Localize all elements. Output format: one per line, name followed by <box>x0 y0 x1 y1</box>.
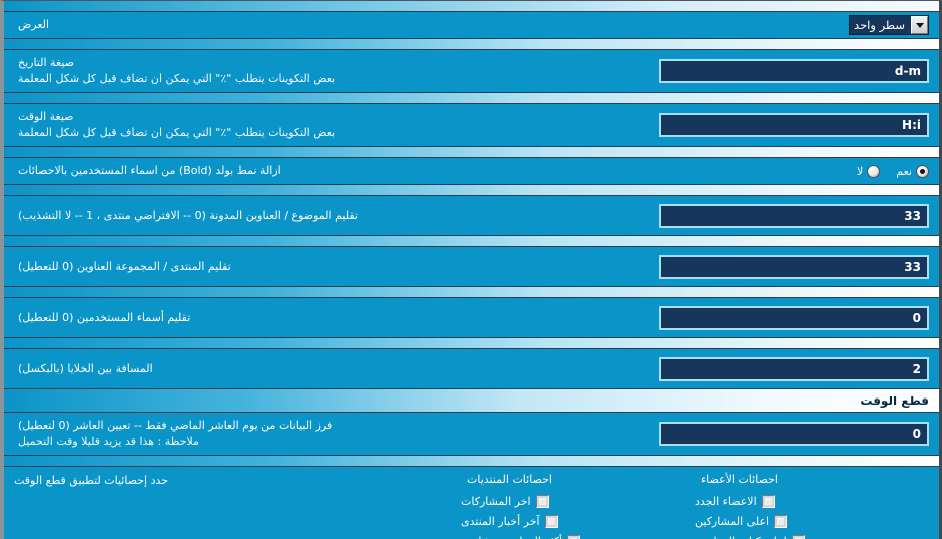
chevron-down-icon[interactable] <box>911 16 928 34</box>
section-header-title: قطع الوقت <box>860 393 929 408</box>
trim-usernames-control <box>461 305 929 330</box>
list-item[interactable]: اعلى كتاب المواضيع <box>695 531 929 539</box>
time-format-input[interactable] <box>659 113 929 137</box>
stats-column-forums-header: احصائات المنتديات <box>467 473 552 486</box>
row-time-cutoff: فرز البيانات من يوم العاشر الماضي فقط --… <box>4 413 939 455</box>
stats-selection-area: احصائات الأعضاء الاعضاء الجدد اعلى المشا… <box>4 467 939 539</box>
separator <box>4 146 939 158</box>
stats-column-forums: احصائات المنتديات اخر المشاركات آخر أخبا… <box>461 473 695 539</box>
stats-selection-label: حدد إحصائيات لتطبيق قطع الوقت <box>14 474 169 487</box>
time-format-control <box>461 113 929 137</box>
checkbox-icon[interactable] <box>791 534 805 539</box>
separator <box>4 455 939 467</box>
list-item[interactable]: اخر المشاركات <box>461 491 695 511</box>
stats-column-members-header: احصائات الأعضاء <box>701 473 778 486</box>
list-item-label: أكثر المواضيع مشاهدة <box>461 535 562 539</box>
time-format-description: بعض التكوينات يتطلب "٪" التي يمكن ان تضا… <box>18 126 336 139</box>
date-format-label-text: صيغة التاريخ <box>18 56 74 70</box>
trim-forum-control <box>461 254 929 279</box>
date-format-label: صيغة التاريخ بعض التكوينات يتطلب "٪" الت… <box>14 55 461 87</box>
stats-column-members: احصائات الأعضاء الاعضاء الجدد اعلى المشا… <box>695 473 929 539</box>
display-select[interactable]: سطر واحد <box>849 15 929 35</box>
list-item-label: الاعضاء الجدد <box>695 494 757 508</box>
list-item[interactable]: آخر أخبار المنتدى <box>461 511 695 531</box>
time-format-label: صيغة الوقت بعض التكوينات يتطلب "٪" التي … <box>14 109 461 141</box>
settings-page: سطر واحد العرض صيغة التاريخ بعض التكوينا… <box>0 0 942 539</box>
bold-removal-label: ازالة نمط بولد (Bold) من اسماء المستخدمي… <box>18 164 281 178</box>
checkbox-icon[interactable] <box>567 534 581 539</box>
checkbox-icon[interactable] <box>535 494 549 508</box>
row-trim-forum: تقليم المنتدى / المجموعة العناوين (0 للت… <box>4 247 939 286</box>
time-cutoff-label: فرز البيانات من يوم العاشر الماضي فقط --… <box>14 418 461 450</box>
separator <box>4 286 939 298</box>
trim-usernames-input[interactable] <box>659 305 929 330</box>
separator <box>4 337 939 349</box>
list-item-label: اخر المشاركات <box>461 494 531 508</box>
display-select-value: سطر واحد <box>854 18 905 32</box>
display-label: العرض <box>18 18 50 32</box>
trim-topic-input[interactable] <box>659 203 929 228</box>
display-control: سطر واحد <box>461 15 929 35</box>
trim-topic-label: تقليم الموضوع / العناوين المدونة (0 -- ا… <box>18 208 358 222</box>
radio-option-no[interactable]: لا <box>857 164 881 178</box>
cell-spacing-control <box>461 356 929 381</box>
date-format-control <box>461 59 929 83</box>
time-cutoff-input[interactable] <box>659 422 929 446</box>
checkbox-icon[interactable] <box>774 514 788 528</box>
radio-no-icon[interactable] <box>867 164 881 178</box>
date-format-description: بعض التكوينات يتطلب "٪" التي يمكن ان تضا… <box>18 72 336 85</box>
radio-yes-icon[interactable] <box>916 164 929 178</box>
time-cutoff-label-text: فرز البيانات من يوم العاشر الماضي فقط --… <box>18 419 333 433</box>
row-trim-topic: تقليم الموضوع / العناوين المدونة (0 -- ا… <box>4 196 939 235</box>
checkbox-icon[interactable] <box>761 494 775 508</box>
cell-spacing-label: المسافة بين الخلايا (بالبكسل) <box>18 361 153 375</box>
time-cutoff-description: ملاحظة : هذا قد يزيد قليلا وقت التحميل <box>18 435 199 448</box>
radio-yes-label: نعم <box>896 164 912 178</box>
top-separator <box>4 1 939 12</box>
trim-topic-control <box>461 203 929 228</box>
trim-forum-label: تقليم المنتدى / المجموعة العناوين (0 للت… <box>18 259 231 273</box>
row-bold-removal: نعم لا ازالة نمط بولد (Bold) من اسماء ال… <box>4 158 939 184</box>
time-cutoff-control <box>461 422 929 446</box>
list-item[interactable]: أكثر المواضيع مشاهدة <box>461 531 695 539</box>
row-trim-usernames: تقليم أسماء المستخدمين (0 للتعطيل) <box>4 298 939 337</box>
time-format-label-text: صيغة الوقت <box>18 110 74 124</box>
row-time-format: صيغة الوقت بعض التكوينات يتطلب "٪" التي … <box>4 104 939 146</box>
separator <box>4 235 939 247</box>
radio-option-yes[interactable]: نعم <box>896 164 929 178</box>
row-cell-spacing: المسافة بين الخلايا (بالبكسل) <box>4 349 939 388</box>
list-item-label: اعلى المشاركين <box>695 514 770 528</box>
bold-removal-control: نعم لا <box>461 164 929 178</box>
list-item[interactable]: الاعضاء الجدد <box>695 491 929 511</box>
checkbox-icon[interactable] <box>544 514 558 528</box>
list-item[interactable]: اعلى المشاركين <box>695 511 929 531</box>
trim-usernames-label: تقليم أسماء المستخدمين (0 للتعطيل) <box>18 310 191 324</box>
cell-spacing-input[interactable] <box>659 356 929 381</box>
separator <box>4 184 939 196</box>
separator <box>4 38 939 50</box>
radio-no-label: لا <box>857 164 864 178</box>
list-item-label: اعلى كتاب المواضيع <box>695 535 787 539</box>
trim-forum-input[interactable] <box>659 254 929 279</box>
bold-removal-radio-group: نعم لا <box>857 164 929 178</box>
separator <box>4 92 939 104</box>
row-date-format: صيغة التاريخ بعض التكوينات يتطلب "٪" الت… <box>4 50 939 92</box>
date-format-input[interactable] <box>659 59 929 83</box>
section-header-time-cutoff: قطع الوقت <box>4 388 939 413</box>
row-display: سطر واحد العرض <box>4 12 939 38</box>
list-item-label: آخر أخبار المنتدى <box>461 514 540 528</box>
